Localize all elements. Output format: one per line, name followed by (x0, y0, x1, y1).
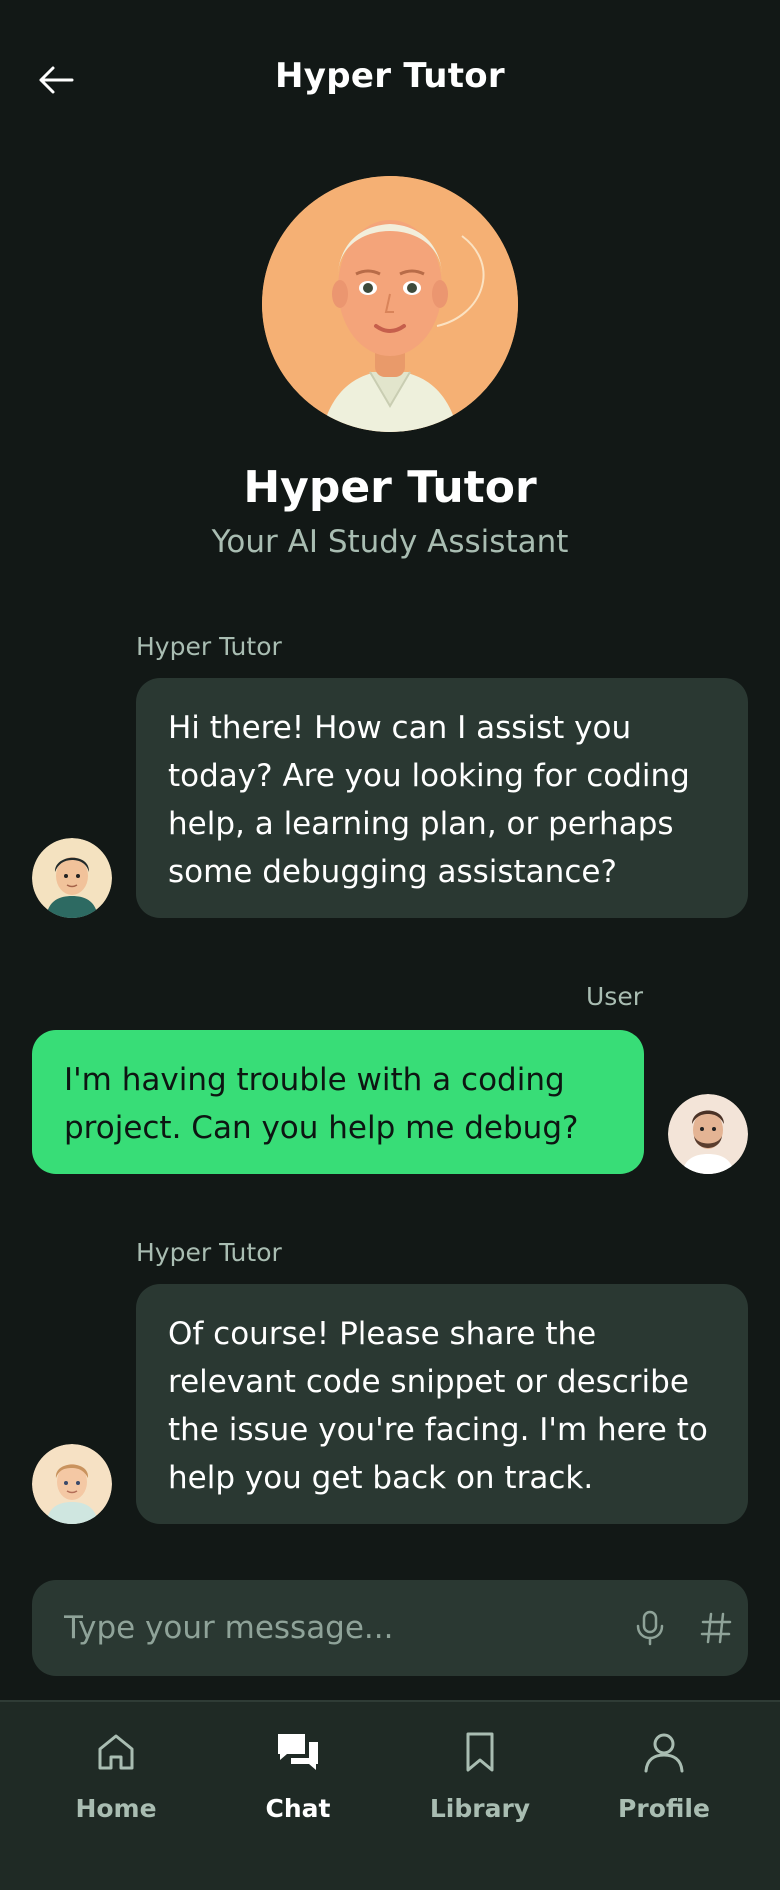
bottom-navigation: Home Chat Library Profile (0, 1700, 780, 1890)
nav-label: Chat (265, 1794, 331, 1823)
top-app-bar: Hyper Tutor (0, 0, 780, 160)
nav-item-home[interactable]: Home (36, 1728, 196, 1838)
voice-input-button[interactable] (628, 1606, 672, 1650)
bot-avatar (32, 838, 112, 918)
message-sender: User (586, 982, 643, 1011)
message-bubble: Of course! Please share the relevant cod… (136, 1284, 748, 1524)
chat-icon (274, 1728, 322, 1776)
message-bubble: I'm having trouble with a coding project… (32, 1030, 644, 1174)
user-icon (640, 1728, 688, 1776)
nav-label: Library (429, 1794, 531, 1823)
chat-screen: Hyper Tutor Hyper Tutor Your AI Study As… (0, 0, 780, 1890)
nav-item-library[interactable]: Library (400, 1728, 560, 1838)
tutor-avatar (262, 176, 518, 432)
user-avatar (668, 1094, 748, 1174)
message-sender: Hyper Tutor (136, 1238, 282, 1267)
home-icon (92, 1728, 140, 1776)
tutor-name: Hyper Tutor (243, 462, 537, 513)
message-input[interactable] (64, 1580, 584, 1676)
message-composer (32, 1580, 748, 1676)
bookmark-icon (456, 1728, 504, 1776)
tutor-subtitle: Your AI Study Assistant (211, 524, 569, 560)
nav-label: Home (75, 1794, 157, 1823)
hashtag-button[interactable] (694, 1606, 738, 1650)
nav-item-chat[interactable]: Chat (218, 1728, 378, 1838)
nav-label: Profile (618, 1794, 710, 1823)
page-title: Hyper Tutor (275, 56, 505, 96)
hashtag-icon (700, 1612, 732, 1644)
message-bubble: Hi there! How can I assist you today? Ar… (136, 678, 748, 918)
message-sender: Hyper Tutor (136, 632, 282, 661)
nav-item-profile[interactable]: Profile (584, 1728, 744, 1838)
microphone-icon (636, 1610, 664, 1646)
bot-avatar (32, 1444, 112, 1524)
